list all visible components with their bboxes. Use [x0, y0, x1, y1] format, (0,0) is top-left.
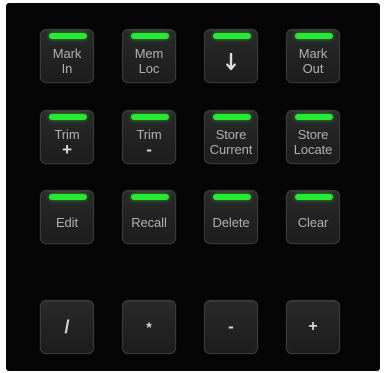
- key-label: Clear: [287, 204, 339, 241]
- led-indicator: [49, 194, 87, 200]
- key-label-line2: Locate: [293, 141, 333, 157]
- key-label-line1: Mem: [134, 45, 164, 61]
- key-label: Delete: [205, 204, 257, 241]
- key-label: Mem Loc: [123, 41, 175, 80]
- mark-out-key[interactable]: Mark Out: [286, 29, 340, 83]
- store-current-key[interactable]: Store Current: [204, 110, 258, 164]
- key-label-line2: In: [61, 60, 73, 76]
- minus-key[interactable]: -: [204, 300, 258, 354]
- key-label-line1: Store: [297, 126, 329, 142]
- key-label: Edit: [41, 204, 93, 241]
- divide-symbol: /: [64, 316, 70, 337]
- store-locate-key[interactable]: Store Locate: [286, 110, 340, 164]
- key-label-line1: Mark: [52, 45, 82, 61]
- key-label-line1: Store: [215, 126, 247, 142]
- key-label: Trim +: [41, 122, 93, 161]
- led-indicator: [213, 33, 251, 39]
- key-label-line2: -: [146, 139, 152, 159]
- key-label-text: Edit: [55, 215, 78, 230]
- led-indicator: [49, 33, 87, 39]
- led-indicator: [213, 114, 251, 120]
- key-label-line2: +: [62, 139, 72, 159]
- minus-symbol: -: [228, 317, 234, 336]
- trim-plus-key[interactable]: Trim +: [40, 110, 94, 164]
- delete-key[interactable]: Delete: [204, 190, 258, 244]
- mem-loc-key[interactable]: Mem Loc: [122, 29, 176, 83]
- led-indicator: [131, 33, 169, 39]
- key-label-text: Delete: [212, 215, 250, 230]
- key-label-text: Clear: [297, 215, 329, 230]
- multiply-key[interactable]: *: [122, 300, 176, 354]
- key-label: Mark Out: [287, 41, 339, 80]
- key-label: Recall: [123, 204, 175, 241]
- down-arrow-key[interactable]: [204, 29, 258, 83]
- clear-key[interactable]: Clear: [286, 190, 340, 244]
- plus-key[interactable]: +: [286, 300, 340, 354]
- arrow-down-icon: [205, 43, 257, 80]
- key-label-line2: Loc: [138, 60, 160, 76]
- led-indicator: [213, 194, 251, 200]
- key-label: Trim -: [123, 122, 175, 161]
- led-indicator: [131, 194, 169, 200]
- led-indicator: [295, 114, 333, 120]
- key-label-line2: Out: [302, 60, 324, 76]
- led-indicator: [49, 114, 87, 120]
- keypad-panel: Mark In Mem Loc Mark Out Trim + Trim - S…: [6, 3, 380, 371]
- key-label: Mark In: [41, 41, 93, 80]
- multiply-symbol: *: [146, 319, 152, 335]
- trim-minus-key[interactable]: Trim -: [122, 110, 176, 164]
- mark-in-key[interactable]: Mark In: [40, 29, 94, 83]
- led-indicator: [295, 194, 333, 200]
- edit-key[interactable]: Edit: [40, 190, 94, 244]
- key-label-line1: Mark: [298, 45, 328, 61]
- divide-key[interactable]: /: [40, 300, 94, 354]
- key-label: Store Current: [205, 122, 257, 161]
- led-indicator: [295, 33, 333, 39]
- key-label-line2: Current: [209, 141, 253, 157]
- recall-key[interactable]: Recall: [122, 190, 176, 244]
- plus-symbol: +: [308, 318, 318, 335]
- led-indicator: [131, 114, 169, 120]
- key-label: Store Locate: [287, 122, 339, 161]
- key-label-text: Recall: [131, 215, 167, 230]
